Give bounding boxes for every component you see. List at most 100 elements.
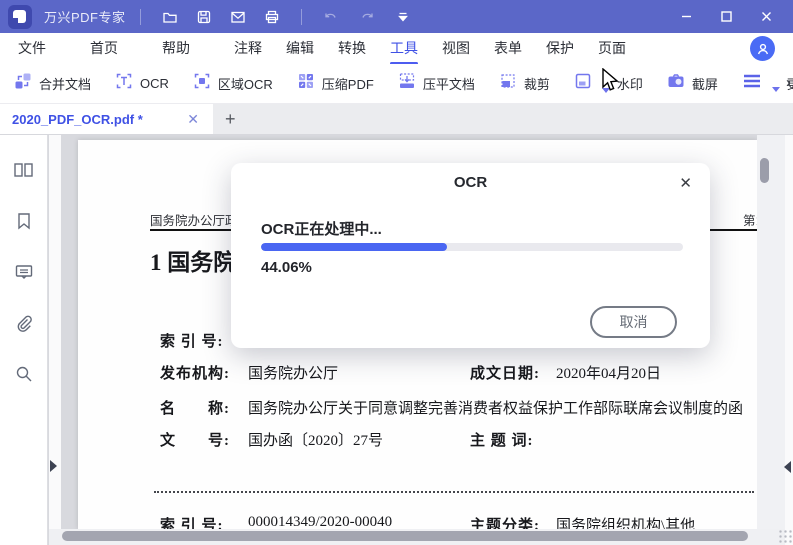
minimize-button[interactable] [671,4,701,30]
tool-label: 截屏 [691,77,718,92]
tool-label: 合并文档 [39,77,92,92]
dialog-title: OCR [453,174,488,191]
redo-icon[interactable] [352,4,382,30]
divider [139,8,141,25]
field-label: 主题分类: [470,518,540,529]
field-label: 成文日期: [470,366,540,382]
toolbar-overflow-chevron[interactable]: › [786,74,791,91]
close-button[interactable] [751,4,781,30]
hamburger-menu-icon [742,73,762,94]
tool-label: OCR [140,76,169,91]
account-avatar[interactable] [750,36,775,61]
comments-panel-icon[interactable] [14,262,34,287]
document-tabbar: 2020_PDF_OCR.pdf * ✕ + [0,104,793,135]
undo-icon[interactable] [316,4,346,30]
field-label: 文 号: [160,433,230,449]
menu-convert[interactable]: 转换 [338,33,366,65]
tab-close-icon[interactable]: ✕ [183,111,203,128]
tab-title: 2020_PDF_OCR.pdf * [12,111,143,127]
collapse-right-panel-handle[interactable] [784,461,791,473]
menu-comment[interactable]: 注释 [234,33,262,65]
document-tab[interactable]: 2020_PDF_OCR.pdf * ✕ [0,104,213,134]
menu-page[interactable]: 页面 [598,33,626,65]
expand-left-panel-handle[interactable] [50,460,57,472]
doc-dotted-divider [154,491,754,493]
email-icon[interactable] [223,4,253,30]
vertical-scrollbar-thumb[interactable] [760,158,769,183]
tool-label: 压平文档 [422,77,475,92]
print-icon[interactable] [257,4,287,30]
doc-page-number: 第1页 [743,214,757,228]
field-value: 国务院办公厅 [248,366,339,382]
field-value: 000014349/2020-00040 [248,514,393,529]
titlebar: 万兴PDF专家 [0,0,793,33]
save-icon[interactable] [189,4,219,30]
merge-documents-icon [14,72,32,95]
ocr-progress-bar [261,243,683,251]
field-value: 国办函〔2020〕27号 [248,433,384,449]
menu-view[interactable]: 视图 [442,33,470,65]
cancel-button[interactable]: 取消 [590,306,677,338]
tools-ribbon: 合并文档 OCR 区域OCR 压缩PDF 压平文档 裁剪 水印 截屏 › [0,64,793,104]
divider [300,8,302,25]
new-tab-button[interactable]: + [213,104,248,134]
ocr-icon [115,72,133,95]
screenshot-icon [667,72,685,95]
flatten-icon [398,72,416,95]
panel-gutter [49,135,61,545]
ocr-progress-fill [261,243,447,251]
ocr-percent-text: 44.06% [261,259,312,276]
area-ocr-button[interactable]: 区域OCR [193,72,273,95]
flatten-document-button[interactable]: 压平文档 [398,72,475,95]
maximize-button[interactable] [711,4,741,30]
open-file-icon[interactable] [155,4,185,30]
field-label: 索 引 号: [160,334,224,350]
field-value: 国务院办公厅关于同意调整完善消费者权益保护工作部际联席会议制度的函 [248,401,744,417]
bookmarks-panel-icon[interactable] [14,211,34,236]
menu-tools[interactable]: 工具 [390,33,418,65]
resize-grip[interactable] [778,529,793,544]
crop-button[interactable]: 裁剪 [499,72,550,95]
menu-help[interactable]: 帮助 [162,33,190,65]
chevron-down-icon[interactable] [771,87,780,92]
vertical-scrollbar[interactable] [757,135,785,529]
field-label: 主 题 词: [470,433,534,449]
app-logo-icon [8,4,32,29]
ocr-status-text: OCR正在处理中... [261,221,382,238]
field-label: 发布机构: [160,366,230,382]
area-ocr-icon [193,72,211,95]
search-panel-icon[interactable] [14,364,34,389]
menu-edit[interactable]: 编辑 [286,33,314,65]
menu-form[interactable]: 表单 [494,33,522,65]
screenshot-button[interactable]: 截屏 [667,72,718,95]
tool-label: 裁剪 [523,77,550,92]
dialog-close-icon[interactable]: ✕ [675,172,696,194]
ocr-button[interactable]: OCR [115,72,169,95]
compress-pdf-button[interactable]: 压缩PDF [297,72,374,95]
mouse-cursor [601,67,619,99]
thumbnails-panel-icon[interactable] [13,160,34,185]
tool-label: 水印 [616,77,643,92]
menu-file[interactable]: 文件 [18,33,46,65]
tool-label: 压缩PDF [321,77,374,92]
field-label: 索 引 号: [160,518,224,529]
attachments-panel-icon[interactable] [14,313,34,338]
horizontal-scrollbar-thumb[interactable] [62,531,748,541]
compress-pdf-icon [297,72,315,95]
crop-icon [499,72,517,95]
menu-home[interactable]: 首页 [90,33,118,65]
doc-header-text: 国务院办公厅政 [150,214,238,228]
left-sidebar [0,135,48,545]
app-title: 万兴PDF专家 [44,10,126,25]
tool-label: 区域OCR [217,77,273,92]
ocr-dialog: OCR ✕ OCR正在处理中... 44.06% 取消 [231,163,710,348]
menu-protect[interactable]: 保护 [546,33,574,65]
panel-gutter [785,135,793,545]
field-label: 名 称: [160,401,230,417]
merge-documents-button[interactable]: 合并文档 [14,72,91,95]
watermark-icon [574,72,592,95]
collapse-toolbar-icon[interactable] [388,4,418,30]
menubar: 文件 首页 帮助 注释 编辑 转换 工具 视图 表单 保护 页面 [0,33,793,65]
doc-heading: 1 国务院 [150,250,237,275]
field-value: 2020年04月20日 [556,366,662,382]
